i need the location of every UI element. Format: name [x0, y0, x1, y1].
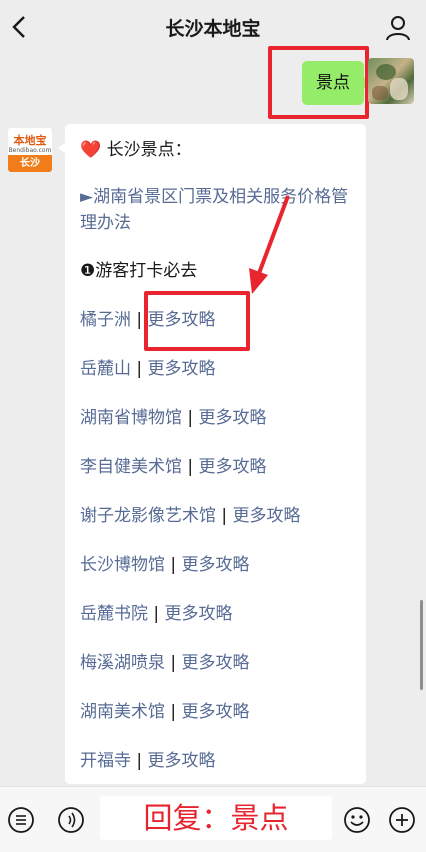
- highlight-arrow-icon: [249, 195, 290, 294]
- menu-list-icon[interactable]: [6, 805, 36, 835]
- message-input[interactable]: 回复：景点: [100, 796, 332, 840]
- input-bar: 回复：景点: [0, 786, 426, 852]
- scrollbar[interactable]: [420, 600, 423, 690]
- voice-icon[interactable]: [56, 805, 86, 835]
- plus-icon[interactable]: [387, 805, 417, 835]
- emoji-icon[interactable]: [342, 805, 372, 835]
